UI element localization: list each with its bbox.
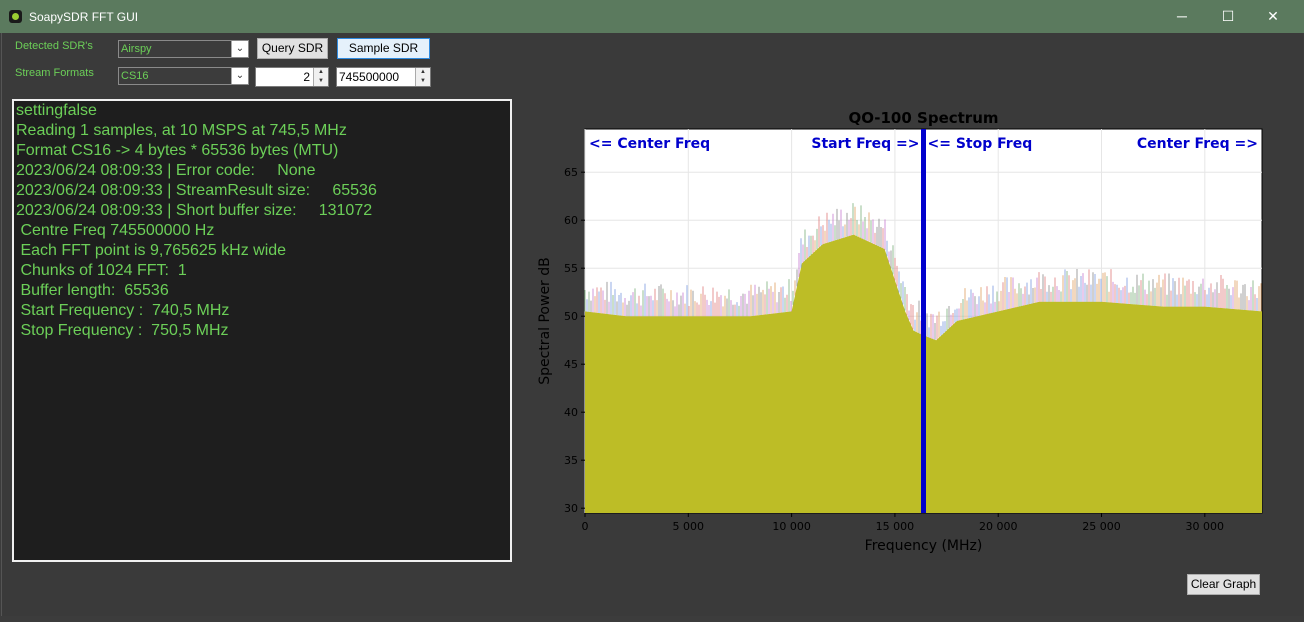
marker-annotation: <= Center Freq [589,136,710,152]
close-icon[interactable]: ✕ [1250,0,1296,33]
stream-format-dropdown[interactable]: CS16 ⌄ [118,67,249,85]
sample-sdr-button[interactable]: Sample SDR [337,38,430,59]
chart-title: QO-100 Spectrum [848,109,998,127]
log-line: Start Frequency : 740,5 MHz [16,302,230,319]
log-line: settingfalse [16,102,97,119]
log-line: Format CS16 -> 4 bytes * 65536 bytes (MT… [16,142,339,159]
log-line: 2023/06/24 08:09:33 | Short buffer size:… [16,202,373,219]
log-line: Reading 1 samples, at 10 MSPS at 745,5 M… [16,122,347,139]
log-line: 2023/06/24 08:09:33 | Error code: None [16,162,316,179]
sample-count-stepper[interactable]: 2 ▲ ▼ [255,67,329,87]
y-tick-label: 45 [564,358,578,371]
log-line: Stop Frequency : 750,5 MHz [16,322,229,339]
x-tick-label: 25 000 [1082,520,1121,533]
x-tick-label: 0 [582,520,589,533]
spectrum-chart-svg: QO-100 Spectrum <= Center Freq Start Freq … [537,109,1263,554]
query-sdr-button[interactable]: Query SDR [257,38,328,59]
x-axis-label: Frequency (MHz) [865,538,983,554]
spectrum-chart: QO-100 Spectrum <= Center Freq Start Freq … [521,99,1301,564]
x-tick-label: 15 000 [876,520,915,533]
marker-annotation: Start Freq => [811,136,919,152]
spin-down-icon[interactable]: ▼ [314,77,328,86]
x-tick-label: 20 000 [979,520,1018,533]
title-bar: SoapySDR FFT GUI ─ ☐ ✕ [0,0,1304,33]
marker-annotation: <= Stop Freq [928,136,1033,152]
spin-up-icon[interactable]: ▲ [416,68,430,77]
center-marker [921,129,926,513]
log-line: Each FFT point is 9,765625 kHz wide [16,242,287,259]
log-line: Centre Freq 745500000 Hz [16,222,215,239]
clear-graph-button[interactable]: Clear Graph [1187,574,1260,595]
x-tick-label: 30 000 [1186,520,1225,533]
detected-sdr-label: Detected SDR's [15,40,93,52]
log-line: Buffer length: 65536 [16,282,169,299]
log-line: Chunks of 1024 FFT: 1 [16,262,187,279]
chevron-down-icon[interactable]: ⌄ [231,68,248,84]
y-tick-label: 65 [564,166,578,179]
sample-count-value: 2 [303,70,310,84]
detected-sdr-dropdown[interactable]: Airspy ⌄ [118,40,249,58]
x-tick-label: 10 000 [772,520,811,533]
stream-format-value: CS16 [121,70,149,82]
x-tick-label: 5 000 [673,520,705,533]
y-tick-label: 30 [564,502,578,515]
detected-sdr-value: Airspy [121,43,152,55]
marker-annotation: Center Freq => [1137,136,1258,152]
frequency-stepper[interactable]: 745500000 ▲ ▼ [336,67,431,87]
y-tick-label: 55 [564,262,578,275]
y-tick-label: 50 [564,310,578,323]
y-tick-label: 35 [564,454,578,467]
y-tick-label: 40 [564,406,578,419]
log-line: 2023/06/24 08:09:33 | StreamResult size:… [16,182,377,199]
window-title: SoapySDR FFT GUI [29,10,139,24]
log-console[interactable]: settingfalse Reading 1 samples, at 10 MS… [12,99,512,562]
spin-down-icon[interactable]: ▼ [416,77,430,86]
frequency-value: 745500000 [339,70,400,84]
spin-up-icon[interactable]: ▲ [314,68,328,77]
chevron-down-icon[interactable]: ⌄ [231,41,248,57]
y-tick-label: 60 [564,214,578,227]
stream-formats-label: Stream Formats [15,67,94,79]
minimize-icon[interactable]: ─ [1159,0,1205,33]
y-axis-label: Spectral Power dB [537,257,553,385]
maximize-icon[interactable]: ☐ [1205,0,1251,33]
app-icon [9,10,22,23]
